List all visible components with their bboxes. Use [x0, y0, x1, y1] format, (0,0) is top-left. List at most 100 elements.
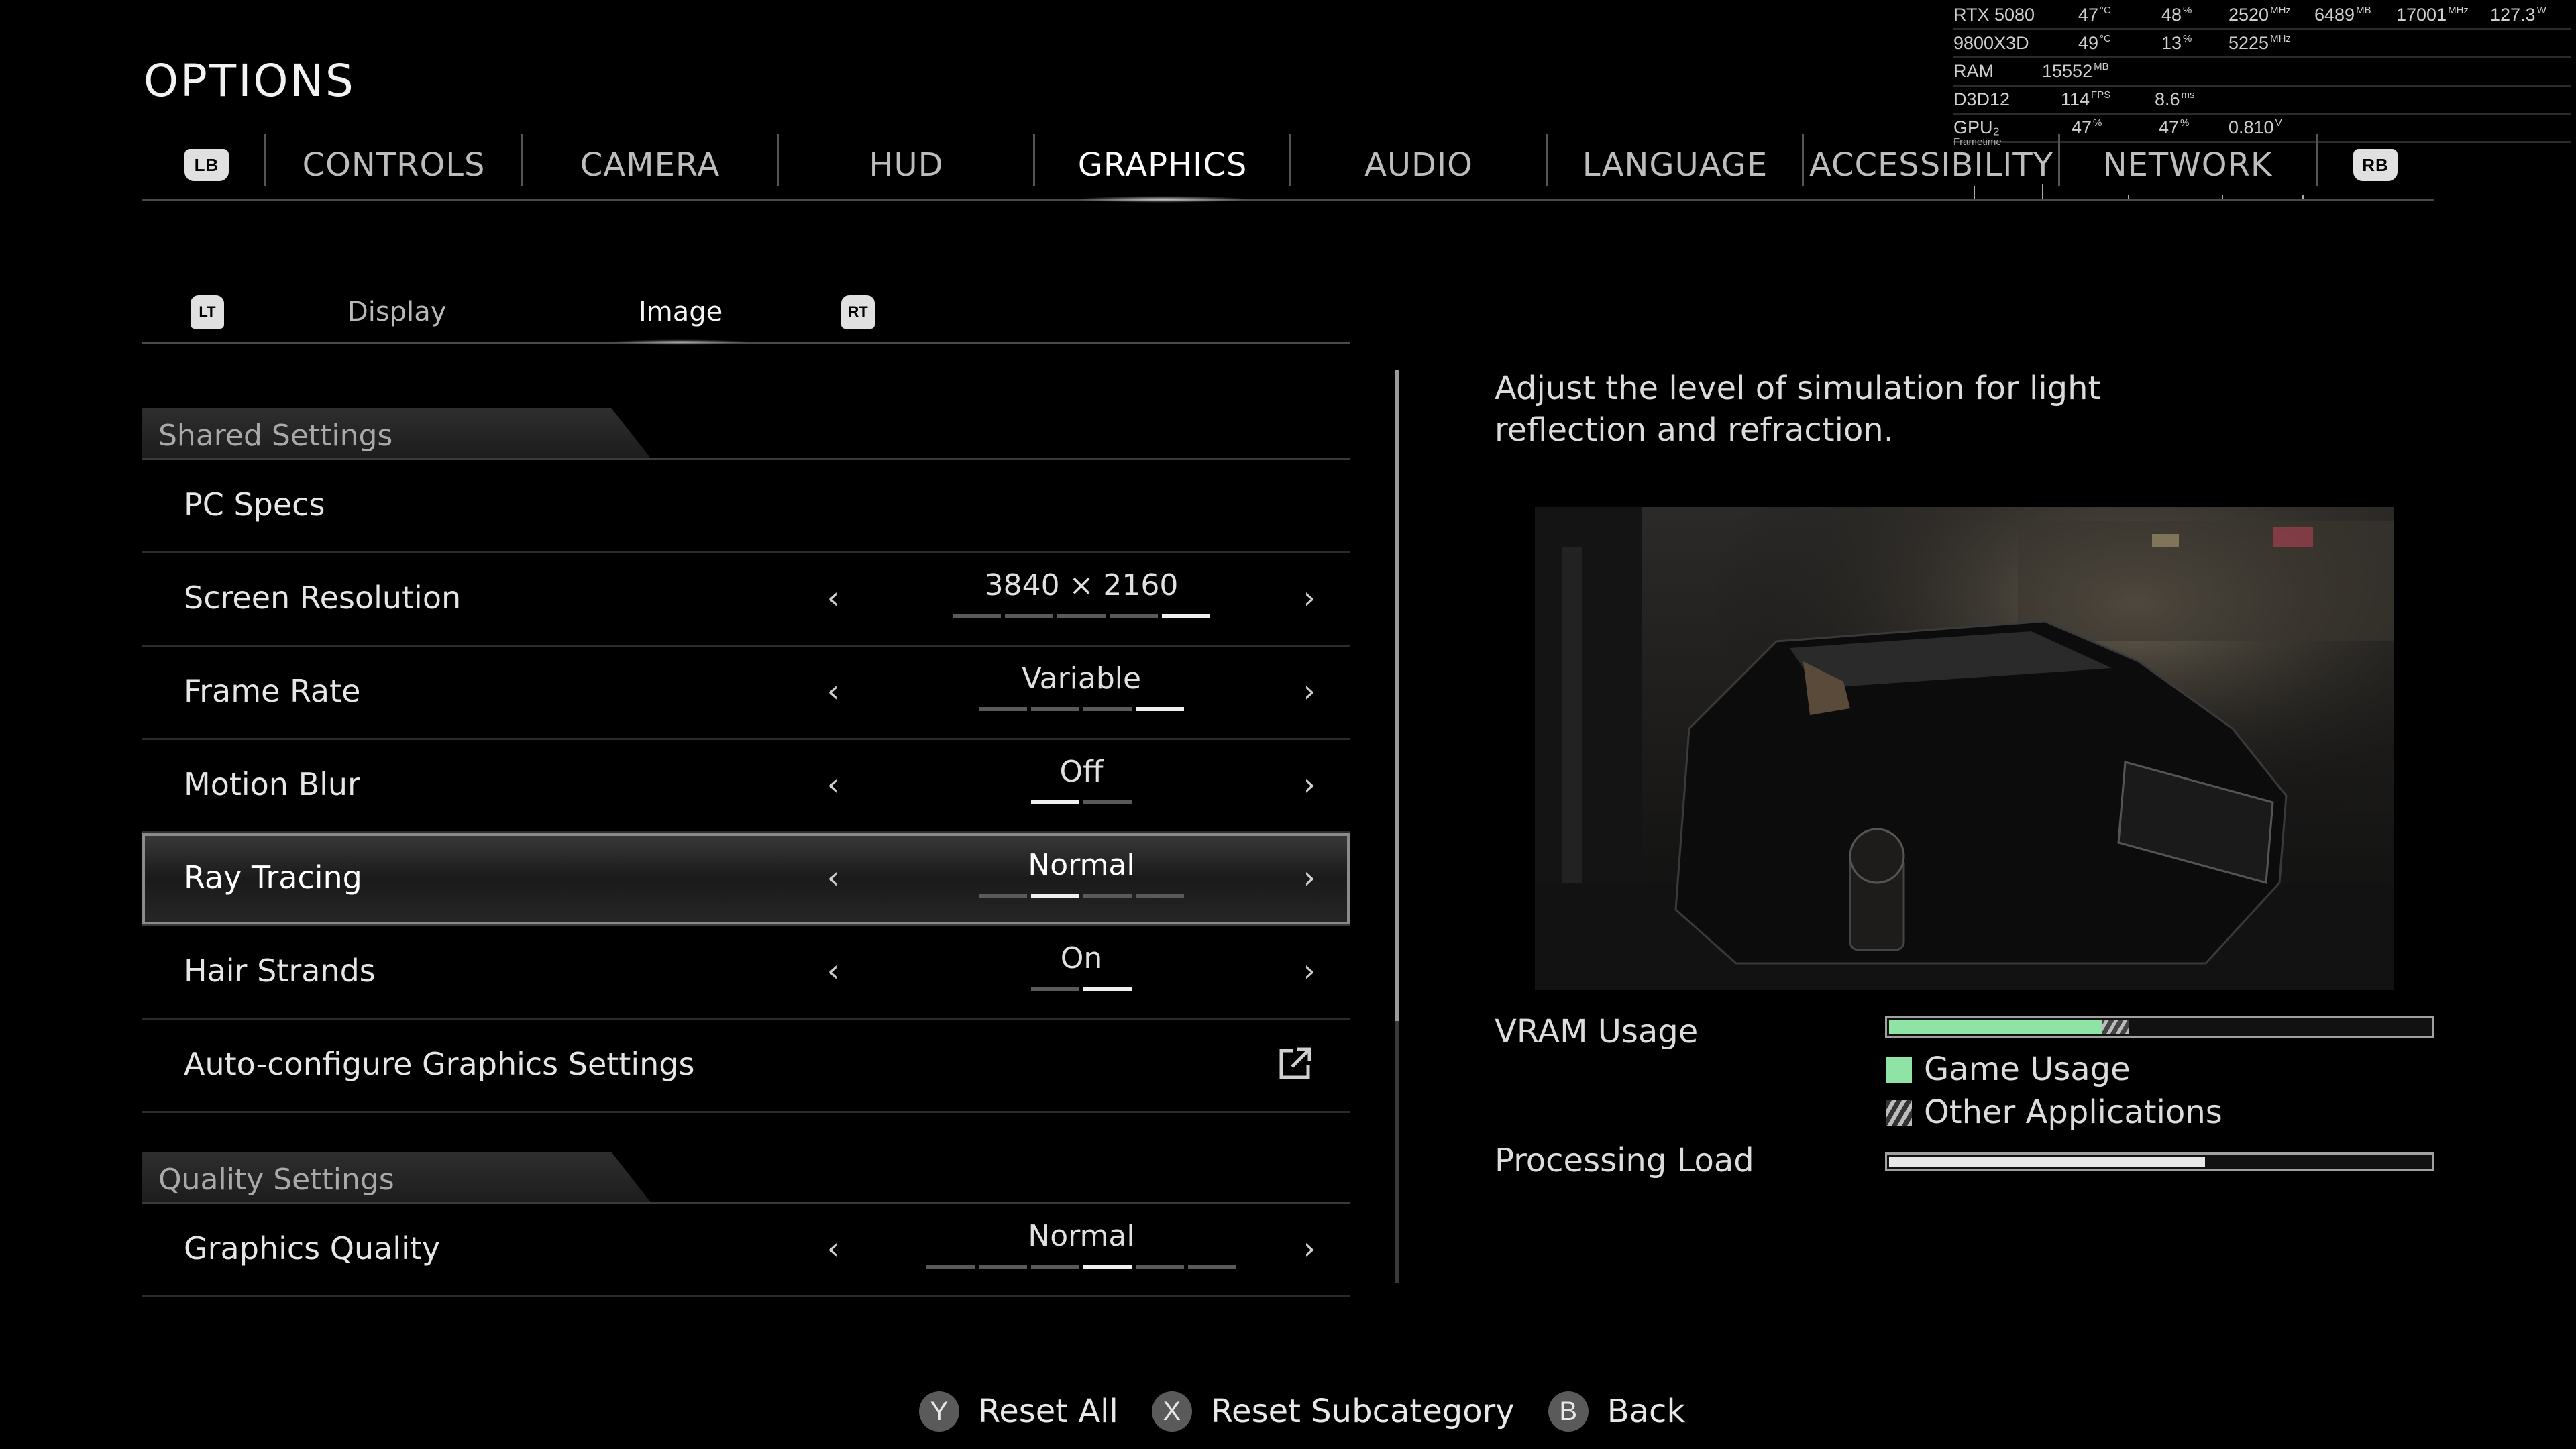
- osd-cpu-load: 13: [2161, 33, 2182, 53]
- setting-label: Frame Rate: [184, 673, 361, 709]
- hint-label: Back: [1607, 1393, 1686, 1430]
- legend-game-swatch: [1886, 1057, 1912, 1083]
- section-title: Quality Settings: [158, 1163, 394, 1197]
- osd-row-gpu: RTX 5080 47 °C 48% 2520 MHz 6489 MB 17001 MH…: [1953, 1, 2571, 30]
- osd-unit: °C: [2100, 5, 2111, 16]
- button-hints: Y Reset All X Reset Subcategory B Back: [919, 1385, 1719, 1438]
- setting-value: Variable: [1021, 661, 1142, 696]
- chevron-left-icon[interactable]: ‹: [813, 833, 853, 922]
- processing-load-label: Processing Load: [1495, 1142, 1754, 1179]
- setting-row-pc-specs[interactable]: PC Specs: [142, 460, 1350, 553]
- option-pip: [1031, 1265, 1079, 1269]
- chevron-left-icon[interactable]: ‹: [813, 553, 853, 643]
- sub-tab-bar: LT Display Image RT: [142, 282, 1350, 345]
- option-indicator: [873, 894, 1289, 898]
- option-indicator: [873, 987, 1289, 991]
- vram-game-fill: [1889, 1020, 2102, 1034]
- chevron-right-icon[interactable]: ›: [1289, 647, 1330, 736]
- setting-row-motion-blur[interactable]: Motion Blur ‹ Off ›: [142, 740, 1350, 833]
- settings-scrollbar[interactable]: [1395, 370, 1399, 1283]
- setting-value: On: [1060, 941, 1103, 975]
- tab-controls[interactable]: CONTROLS: [267, 131, 521, 199]
- osd-unit: %: [2180, 117, 2190, 129]
- osd-unit: MB: [2356, 5, 2371, 16]
- option-indicator: [873, 800, 1289, 804]
- preview-image: [1535, 507, 2394, 990]
- tab-language[interactable]: LANGUAGE: [1548, 131, 1802, 199]
- external-link-icon[interactable]: [1276, 1045, 1313, 1083]
- scrollbar-thumb[interactable]: [1395, 370, 1399, 1021]
- osd-unit: MHz: [2270, 33, 2291, 44]
- option-pip: [1162, 614, 1210, 618]
- rb-icon: RB: [2353, 149, 2398, 181]
- rb-bumper-button[interactable]: RB: [2345, 131, 2406, 199]
- option-pip: [1136, 1265, 1184, 1269]
- option-pip: [1136, 894, 1184, 898]
- osd-unit: MHz: [2270, 5, 2291, 16]
- lt-trigger-button[interactable]: LT: [191, 282, 224, 342]
- setting-row-auto-configure[interactable]: Auto-configure Graphics Settings: [142, 1020, 1350, 1113]
- setting-label: Hair Strands: [184, 953, 376, 989]
- chevron-right-icon[interactable]: ›: [1289, 833, 1330, 922]
- setting-row-hair-strands[interactable]: Hair Strands ‹ On ›: [142, 926, 1350, 1020]
- option-pip: [1005, 614, 1053, 618]
- option-pip: [1188, 1265, 1236, 1269]
- option-pip: [1083, 1265, 1132, 1269]
- option-pip: [1031, 987, 1079, 991]
- setting-row-ray-tracing[interactable]: Ray Tracing ‹ Normal ›: [142, 833, 1350, 926]
- setting-label: PC Specs: [184, 486, 325, 523]
- chevron-left-icon[interactable]: ‹: [813, 647, 853, 736]
- tab-hud[interactable]: HUD: [780, 131, 1033, 199]
- osd-unit: ms: [2181, 89, 2195, 101]
- lt-icon: LT: [191, 295, 224, 329]
- chevron-right-icon[interactable]: ›: [1289, 1204, 1330, 1293]
- tab-graphics[interactable]: GRAPHICS: [1036, 131, 1289, 203]
- section-header-shared: Shared Settings: [142, 402, 1350, 460]
- reset-all-button[interactable]: Y Reset All: [919, 1391, 1118, 1432]
- setting-value: Normal: [1028, 848, 1135, 882]
- setting-row-graphics-quality[interactable]: Graphics Quality ‹ Normal ›: [142, 1204, 1350, 1297]
- osd-row-cpu: 9800X3D 49 °C 13% 5225 MHz: [1953, 30, 2571, 58]
- option-pip: [953, 614, 1001, 618]
- option-pip: [1031, 894, 1079, 898]
- osd-mem-clock: 17001: [2396, 5, 2447, 25]
- setting-row-frame-rate[interactable]: Frame Rate ‹ Variable ›: [142, 647, 1350, 740]
- option-pip: [979, 1265, 1027, 1269]
- y-button-icon: Y: [919, 1391, 959, 1432]
- option-pip: [1083, 707, 1132, 711]
- subtab-display[interactable]: Display: [347, 282, 446, 342]
- reset-subcategory-button[interactable]: X Reset Subcategory: [1151, 1391, 1515, 1432]
- osd-cpu-temp: 49: [2078, 33, 2099, 53]
- chevron-right-icon[interactable]: ›: [1289, 553, 1330, 643]
- settings-list: Shared Settings PC Specs Screen Resoluti…: [142, 402, 1350, 1297]
- chevron-right-icon[interactable]: ›: [1289, 926, 1330, 1016]
- tab-camera[interactable]: CAMERA: [523, 131, 777, 199]
- subtab-image[interactable]: Image: [611, 282, 750, 345]
- tab-accessibility[interactable]: ACCESSIBILITY: [1805, 131, 2058, 199]
- osd-gpu-vram: 6489: [2314, 5, 2355, 25]
- chevron-right-icon[interactable]: ›: [1289, 740, 1330, 829]
- preview-scene: [1535, 507, 2394, 990]
- chevron-left-icon[interactable]: ‹: [813, 740, 853, 829]
- tab-network[interactable]: NETWORK: [2061, 131, 2314, 199]
- rt-trigger-button[interactable]: RT: [841, 282, 875, 342]
- osd-unit: W: [2536, 5, 2546, 16]
- option-pip: [1083, 800, 1132, 804]
- chevron-left-icon[interactable]: ‹: [813, 926, 853, 1016]
- osd-ram-used: 15552: [2042, 61, 2093, 81]
- setting-row-screen-resolution[interactable]: Screen Resolution ‹ 3840 × 2160 ›: [142, 553, 1350, 647]
- vram-other-fill: [2101, 1020, 2129, 1034]
- tab-audio[interactable]: AUDIO: [1292, 131, 1546, 199]
- option-indicator: [873, 707, 1289, 711]
- option-pip: [926, 1265, 975, 1269]
- option-indicator: [873, 614, 1289, 618]
- option-pip: [979, 894, 1027, 898]
- setting-description: Adjust the level of simulation for light…: [1495, 370, 2101, 449]
- legend-other-swatch: [1886, 1100, 1912, 1126]
- lb-bumper-button[interactable]: LB: [182, 131, 231, 199]
- chevron-left-icon[interactable]: ‹: [813, 1204, 853, 1293]
- option-pip: [1136, 707, 1184, 711]
- processing-load-bar: [1885, 1152, 2434, 1171]
- option-pip: [979, 707, 1027, 711]
- back-button[interactable]: B Back: [1548, 1391, 1686, 1432]
